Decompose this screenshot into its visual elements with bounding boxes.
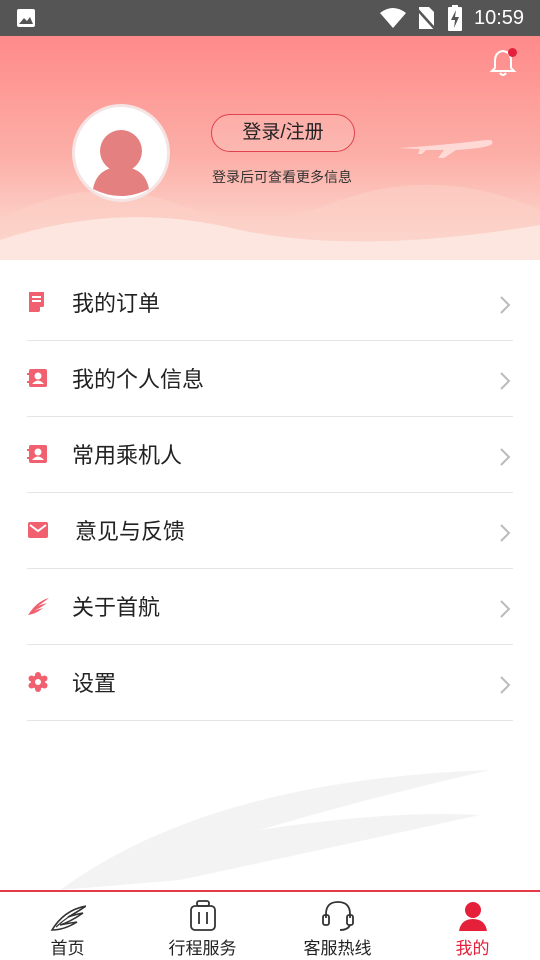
airline-logo-icon [28,598,49,615]
menu-item-orders[interactable]: 我的订单 [27,265,513,341]
profile-header: 登录/注册 登录后可查看更多信息 [0,36,540,260]
user-icon [458,902,487,931]
tab-label: 客服热线 [303,939,372,958]
avatar[interactable] [72,104,170,202]
luggage-icon [189,900,216,931]
menu-item-about[interactable]: 关于首航 [27,569,513,645]
airline-logo-icon [50,905,86,931]
menu-item-personal-info[interactable]: 我的个人信息 [27,341,513,417]
headset-icon [321,901,354,931]
tab-label: 行程服务 [168,939,237,958]
battery-charging-icon [448,5,462,31]
login-register-button[interactable]: 登录/注册 [211,114,355,152]
menu-item-feedback[interactable]: 意见与反馈 [27,493,513,569]
notification-badge [508,48,517,57]
chevron-right-icon [500,448,511,466]
swoosh-watermark [60,770,490,890]
menu-item-label: 我的个人信息 [72,367,205,392]
tab-label: 首页 [50,939,85,958]
chevron-right-icon [500,296,511,314]
gallery-icon [17,9,35,27]
wifi-icon [380,8,406,28]
mail-icon [28,522,48,538]
clock: 10:59 [474,7,525,29]
menu-item-label: 设置 [72,671,117,696]
default-user-icon [93,130,149,196]
menu-item-label: 我的订单 [72,291,161,316]
menu-item-frequent-passengers[interactable]: 常用乘机人 [27,417,513,493]
menu-item-label: 常用乘机人 [72,443,183,468]
menu-item-settings[interactable]: 设置 [27,645,513,721]
notification-bell-button[interactable] [488,48,518,78]
tab-customer-hotline[interactable]: 客服热线 [270,892,405,960]
chevron-right-icon [500,600,511,618]
menu-item-label: 意见与反馈 [75,519,186,544]
chevron-right-icon [500,676,511,694]
tab-mine[interactable]: 我的 [405,892,540,960]
chevron-right-icon [500,372,511,390]
contact-card-icon [27,445,47,463]
login-hint-text: 登录后可查看更多信息 [212,169,352,185]
contact-card-icon [27,369,47,387]
gear-icon [28,672,48,692]
order-icon [29,292,44,312]
profile-menu: 我的订单 我的个人信息 常用乘机人 意见与反馈 关于首航 设置 [27,265,513,721]
tab-trip-services[interactable]: 行程服务 [135,892,270,960]
status-bar: 10:59 [0,0,540,36]
tab-home[interactable]: 首页 [0,892,135,960]
bottom-tab-bar: 首页 行程服务 客服热线 我的 [0,890,540,960]
no-sim-icon [416,7,436,30]
chevron-right-icon [500,524,511,542]
plane-icon [398,139,493,158]
tab-label: 我的 [455,939,490,958]
menu-item-label: 关于首航 [72,595,161,620]
